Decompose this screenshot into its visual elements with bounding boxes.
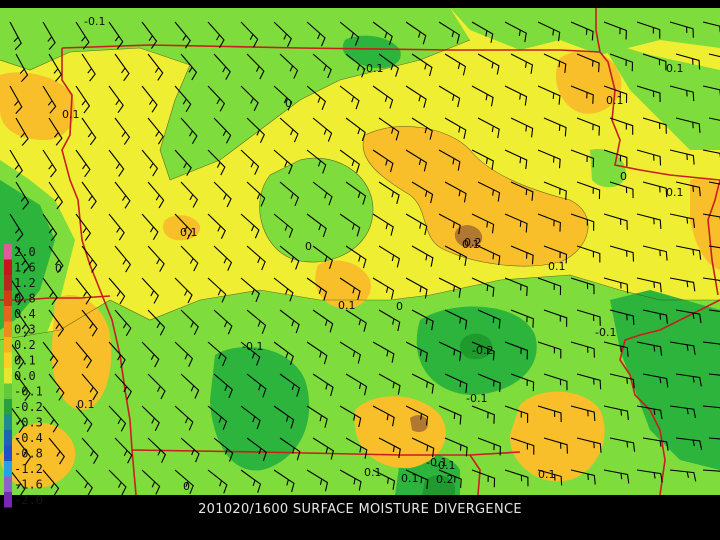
legend-label: -0.8 — [14, 447, 43, 461]
legend-label: -0.3 — [14, 416, 43, 430]
moisture-divergence-map: -0.1 -0.1 0.1 0 0.1 -0.1 0 0.1 0.1 0 0 0.2 0.1 0.1 0.1… — [0, 0, 720, 540]
contour-label: -0.1 — [242, 340, 263, 353]
contour-label: 0.2 — [436, 473, 454, 486]
legend-swatch — [4, 399, 12, 415]
contour-label: 0 — [183, 480, 190, 493]
legend-label: -0.2 — [14, 400, 43, 414]
legend-label: 2.0 — [14, 245, 36, 259]
legend-swatch — [4, 275, 12, 291]
contour-label: 0.1 — [180, 226, 198, 239]
legend-swatch — [4, 259, 12, 275]
legend-swatch — [4, 383, 12, 399]
legend-label: -0.1 — [14, 385, 43, 399]
legend-label: -0.4 — [14, 431, 43, 445]
contour-label: -0.1 — [84, 15, 105, 28]
legend-swatch — [4, 368, 12, 384]
contour-label: 0.1 — [666, 62, 684, 75]
contour-label: 0 — [396, 300, 403, 313]
legend-swatch — [4, 244, 12, 260]
legend-swatch — [4, 445, 12, 461]
legend-swatch — [4, 306, 12, 322]
contour-label: -0.1 — [434, 459, 455, 472]
legend-swatch — [4, 337, 12, 353]
contour-label: 0.1 — [548, 260, 566, 273]
legend-swatch — [4, 476, 12, 492]
contour-label: -0.2 — [472, 344, 493, 357]
contour-label: 0.1 — [666, 186, 684, 199]
legend-swatch — [4, 414, 12, 430]
contour-label: 0.1 — [364, 466, 382, 479]
legend-label: 0.8 — [14, 292, 36, 306]
contour-label: 0 — [285, 97, 292, 110]
legend-label: 0.1 — [14, 354, 36, 368]
contour-label: 0 — [305, 240, 312, 253]
legend-swatch — [4, 352, 12, 368]
map-canvas: -0.1 -0.1 0.1 0 0.1 -0.1 0 0.1 0.1 0 0 0.2 0.1 0.1 0.1… — [0, 0, 720, 540]
contour-label: 0 — [55, 262, 62, 275]
legend-label: 0.4 — [14, 307, 36, 321]
legend-label: 1.6 — [14, 261, 36, 275]
legend-swatch — [4, 430, 12, 446]
legend-label: 1.2 — [14, 276, 36, 290]
contour-label: 0.2 — [464, 236, 482, 249]
legend-label: -1.2 — [14, 462, 43, 476]
contour-label: -0.1 — [595, 326, 616, 339]
contour-label: 0.1 — [538, 468, 556, 481]
legend-label: 0.0 — [14, 369, 36, 383]
contour-label: 0 — [620, 170, 627, 183]
contour-label: -0.1 — [466, 392, 487, 405]
contour-label: 0.1 — [62, 108, 80, 121]
contour-label: 0.1 — [401, 472, 419, 485]
contour-label: -0.1 — [362, 62, 383, 75]
legend-swatch — [4, 290, 12, 306]
legend-label: 0.2 — [14, 338, 36, 352]
contour-label: 0.1 — [338, 299, 356, 312]
field-layer: -0.1 -0.1 0.1 0 0.1 -0.1 0 0.1 0.1 0 0 0.2 0.1 0.1 0.1… — [0, 8, 720, 495]
map-title: 201020/1600 SURFACE MOISTURE DIVERGENCE — [198, 502, 522, 517]
contour-label: 0.1 — [606, 94, 624, 107]
legend-label: -1.6 — [14, 478, 43, 492]
legend-swatch — [4, 321, 12, 337]
legend-label: 0.3 — [14, 323, 36, 337]
legend-swatch — [4, 461, 12, 477]
contour-label: 0.1 — [77, 398, 95, 411]
